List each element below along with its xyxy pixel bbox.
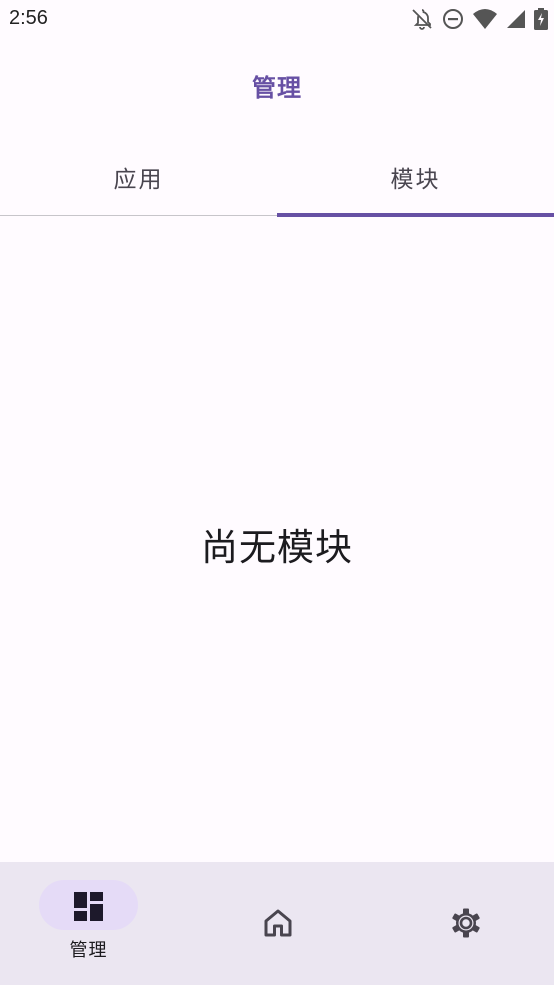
settings-icon bbox=[450, 907, 482, 939]
bottom-navigation: 管理 bbox=[0, 862, 554, 985]
screen: 2:56 管理 应用 模块 尚无模块 管理 bbox=[0, 0, 554, 985]
home-icon bbox=[262, 907, 294, 939]
nav-item-settings[interactable] bbox=[373, 862, 554, 985]
notifications-off-icon bbox=[410, 7, 434, 31]
nav-item-manage[interactable]: 管理 bbox=[0, 862, 181, 985]
nav-item-home[interactable] bbox=[185, 862, 370, 985]
status-icons bbox=[410, 7, 548, 31]
tab-apps[interactable]: 应用 bbox=[0, 138, 277, 216]
do-not-disturb-icon bbox=[442, 8, 464, 30]
tab-bar: 应用 模块 bbox=[0, 138, 554, 218]
empty-state-message: 尚无模块 bbox=[201, 526, 353, 569]
dashboard-icon bbox=[73, 891, 105, 923]
tab-modules[interactable]: 模块 bbox=[277, 138, 554, 216]
page-title: 管理 bbox=[252, 74, 302, 102]
cell-signal-icon bbox=[506, 9, 526, 29]
nav-label-manage: 管理 bbox=[69, 940, 108, 961]
battery-charging-icon bbox=[534, 8, 548, 30]
wifi-icon bbox=[472, 8, 498, 30]
status-bar: 2:56 bbox=[0, 0, 554, 40]
tab-selected-indicator bbox=[277, 213, 554, 217]
status-time: 2:56 bbox=[9, 7, 48, 29]
